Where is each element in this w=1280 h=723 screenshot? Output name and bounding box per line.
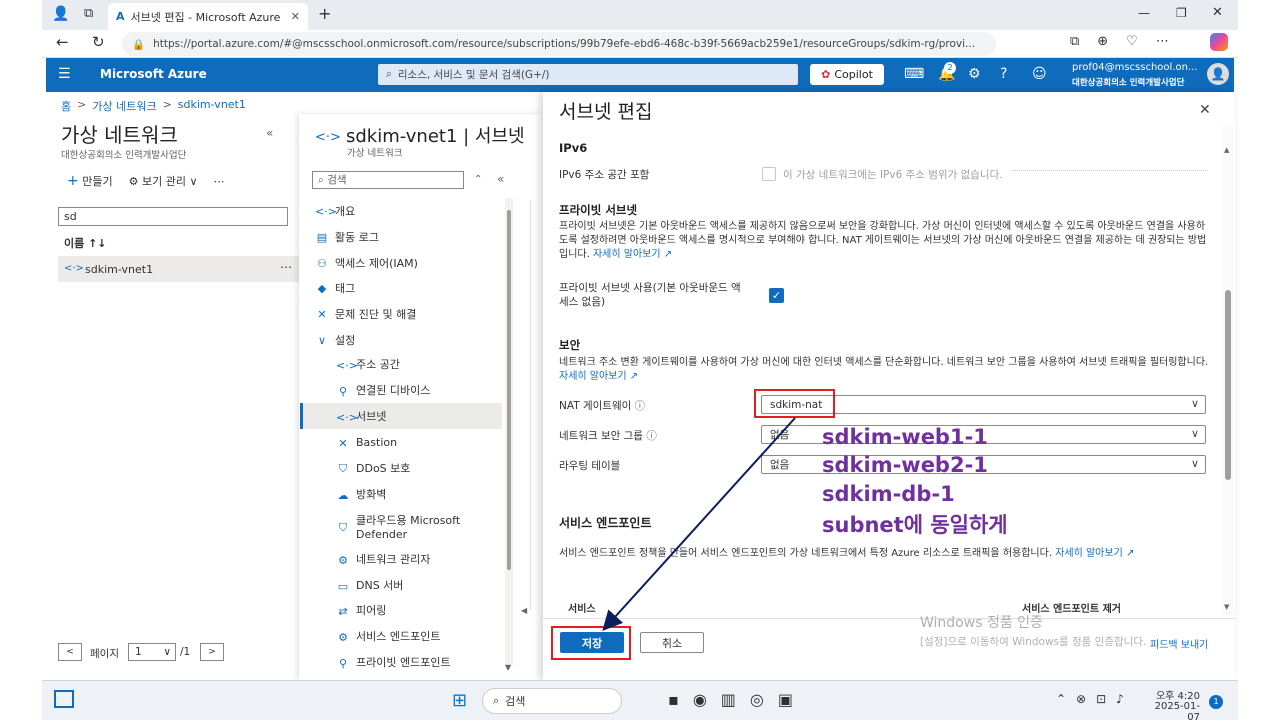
subnav-item[interactable]: ⚲ 프라이빗 엔드포인트 (336, 656, 451, 670)
notification-badge[interactable]: 1 (1209, 695, 1223, 709)
annotation-line-2: sdkim-web2-1 (822, 453, 988, 477)
taskbar-search[interactable]: ⌕ 검색 (482, 688, 622, 714)
annotation-line-3: sdkim-db-1 (822, 482, 955, 506)
nav-label: 주소 공간 (356, 358, 400, 371)
nav-icon: <·> (336, 410, 358, 424)
nav-icon: ⚙ (338, 630, 348, 644)
subnav-item[interactable]: <·> 주소 공간 (336, 358, 400, 372)
nav-label: Bastion (356, 436, 398, 449)
subnav-item[interactable]: ⛉ DDoS 보호 (336, 462, 411, 476)
subnav-item[interactable]: ▭ DNS 서버 (336, 579, 404, 593)
nav-label: 프라이빗 엔드포인트 (356, 656, 451, 669)
subnav-item[interactable]: ⇄ 피어링 (336, 604, 386, 618)
subnav-item[interactable]: ⛉ 클라우드용 Microsoft Defender (336, 514, 460, 542)
nav-label: 네트워크 관리자 (356, 553, 431, 566)
annotation-line-1: sdkim-web1-1 (822, 425, 988, 449)
subnav-item[interactable]: ⚙ 네트워크 관리자 (336, 553, 430, 567)
search-icon: ⌕ (493, 694, 500, 707)
widgets-icon[interactable] (54, 690, 74, 708)
nav-label: 방화벽 (356, 488, 387, 501)
subnav-item[interactable]: ⚲ 연결된 디바이스 (336, 384, 430, 398)
nav-icon: ⛉ (338, 462, 348, 475)
nav-icon: ☁ (337, 488, 349, 502)
annotation-arrow (602, 417, 796, 631)
nav-label: DNS 서버 (356, 579, 404, 592)
activation-watermark-title: Windows 정품 인증 (920, 615, 1043, 631)
nav-label: 연결된 디바이스 (356, 384, 431, 397)
nav-label: DDoS 보호 (356, 462, 411, 475)
nav-icon: ▭ (337, 579, 349, 593)
subnav-item[interactable]: ⚙ 서비스 엔드포인트 (336, 630, 440, 644)
activation-watermark-text: [설정]으로 이동하여 Windows를 정품 인증합니다. (920, 636, 1147, 648)
subnav-item[interactable]: <·> 서브넷 (336, 410, 386, 424)
subnav-item[interactable]: ✕ Bastion (336, 436, 397, 450)
nav-icon: ⚲ (338, 656, 348, 670)
nav-label: 서비스 엔드포인트 (356, 630, 441, 643)
annotation-line-4: subnet에 동일하게 (822, 513, 1008, 537)
nav-icon: ⚲ (338, 384, 348, 398)
nav-icon: ⇄ (338, 604, 348, 618)
clock-time[interactable]: 오후 4:20 (1150, 687, 1200, 702)
nav-label: 클라우드용 Microsoft Defender (356, 514, 461, 541)
subnav-item[interactable]: ☁ 방화벽 (336, 488, 387, 502)
taskbar-app-icons[interactable]: ▪◉▥◎▣ (668, 690, 807, 709)
nav-icon: ⚙ (338, 553, 348, 567)
nav-label: 피어링 (356, 604, 387, 617)
tray-icons[interactable]: ⌃⊗⊡♪ (1056, 692, 1134, 706)
nav-icon: <·> (336, 358, 358, 372)
start-icon[interactable]: ⊞ (452, 690, 467, 711)
nav-label: 서브넷 (356, 410, 387, 423)
nav-icon: ✕ (338, 436, 348, 450)
nav-icon: ⛉ (338, 521, 348, 534)
